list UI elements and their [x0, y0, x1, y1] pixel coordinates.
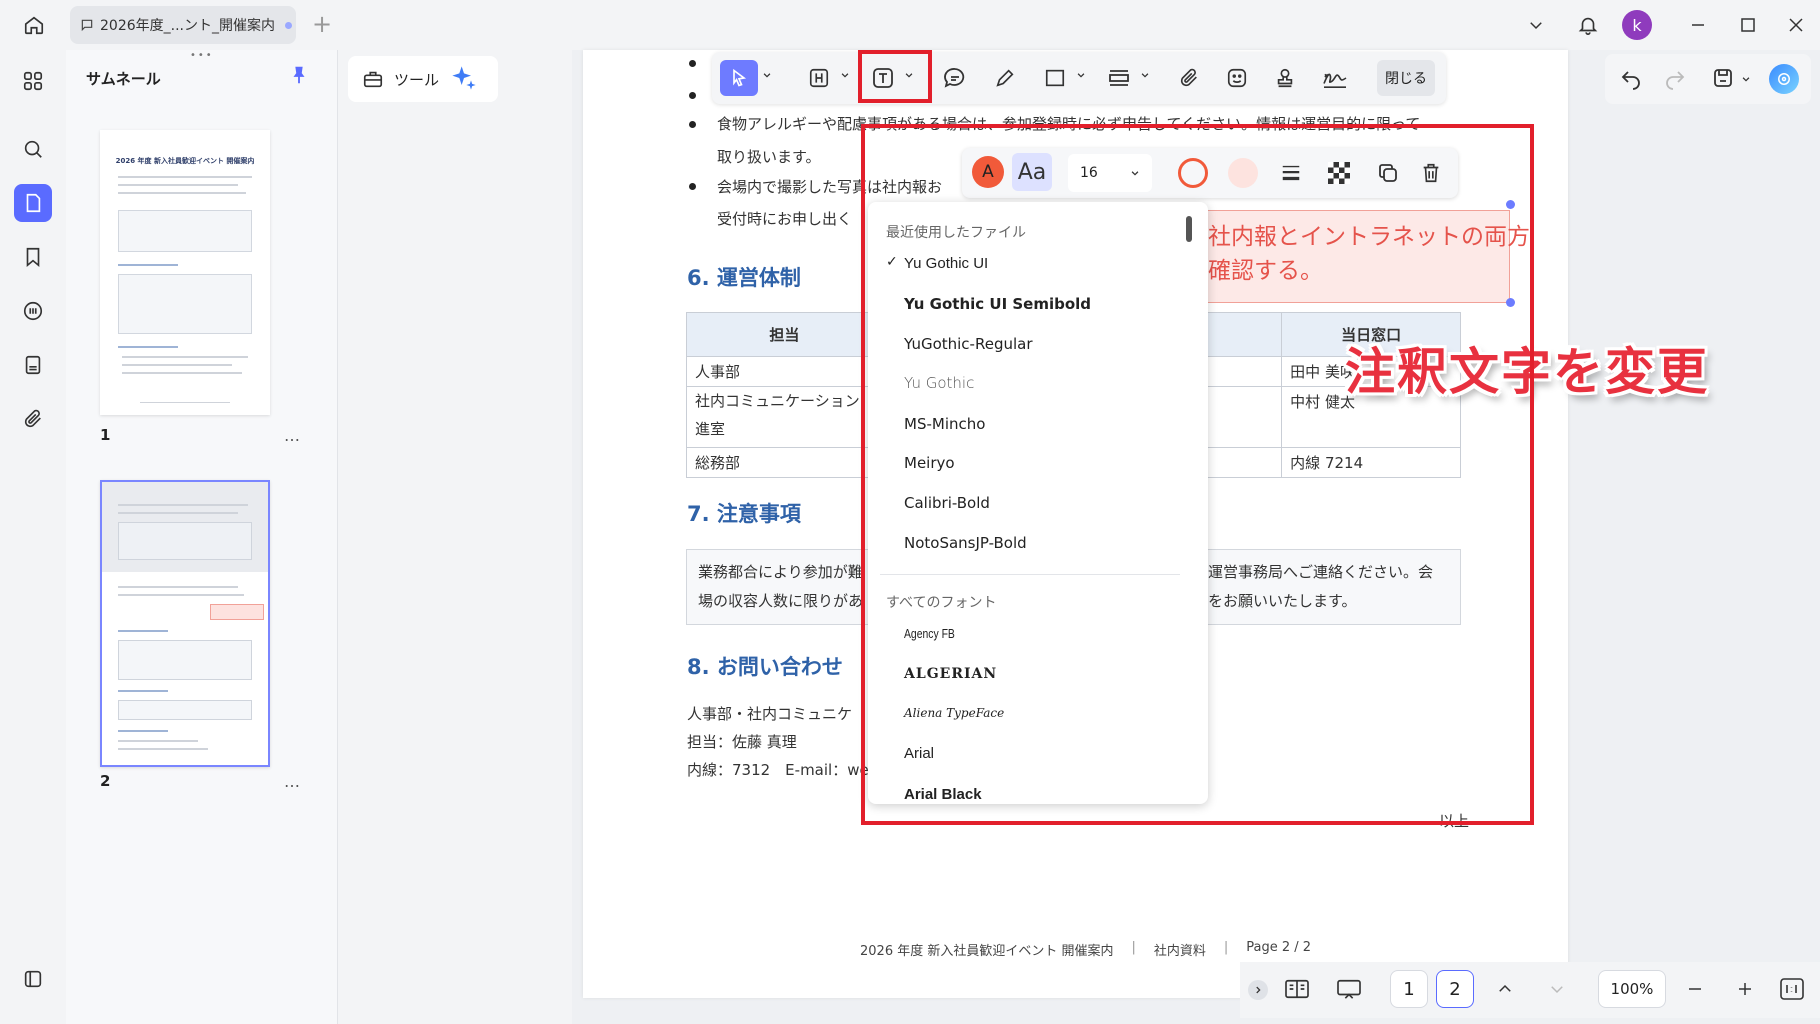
- bullet: [689, 121, 696, 128]
- section-8-title: 8. お問い合わせ: [687, 655, 843, 679]
- table-cell: 人事部: [686, 356, 883, 387]
- thumb-title: 2026 年度 新入社員歓迎イベント 開催案内: [115, 157, 255, 165]
- add-tab-button[interactable]: +: [312, 10, 332, 38]
- chevron-down-icon[interactable]: [1741, 74, 1751, 84]
- notice-text: 場の収容人数に限りがあ: [698, 592, 864, 610]
- comment-icon: [80, 18, 94, 32]
- drag-handle[interactable]: •••: [190, 50, 214, 61]
- page-number-1: 1: [100, 426, 111, 444]
- page-button-1[interactable]: 1: [1390, 970, 1428, 1008]
- thumbnails-page-icon[interactable]: [14, 184, 52, 222]
- left-rail: [0, 50, 66, 1024]
- save-icon[interactable]: [1711, 66, 1735, 90]
- table-cell-text: 進室: [695, 420, 726, 438]
- footer-page: Page 2 / 2: [1246, 940, 1312, 955]
- toolbox-icon: [362, 68, 384, 90]
- presentation-icon[interactable]: [1336, 978, 1362, 1000]
- zoom-in-icon[interactable]: [1736, 980, 1754, 998]
- page-thumbnail-2[interactable]: [100, 480, 270, 767]
- section-7-title: 7. 注意事項: [687, 502, 801, 526]
- bookmark-icon[interactable]: [14, 238, 52, 276]
- bottom-navigation-bar: 1 2 100%: [1240, 962, 1820, 1018]
- attachment-icon[interactable]: [14, 400, 52, 438]
- avatar[interactable]: k: [1622, 10, 1652, 40]
- document-tab[interactable]: 2026年度_...ント_開催案内: [70, 6, 296, 44]
- annotation-toolbar: 閉じる: [712, 52, 1446, 104]
- expand-icon[interactable]: [1248, 980, 1268, 1000]
- actual-size-icon[interactable]: [1780, 978, 1804, 1000]
- tools-label: ツール: [394, 70, 440, 89]
- notification-bell-icon[interactable]: [1570, 7, 1606, 43]
- thumbnail-panel: ••• サムネール 2026 年度 新入社員歓迎イベント 開催案内 1 … 2 …: [66, 50, 338, 1024]
- doc-bullet-text: 取り扱います。: [717, 148, 821, 166]
- close-annotation-button[interactable]: 閉じる: [1377, 60, 1435, 96]
- zoom-level[interactable]: 100%: [1598, 970, 1666, 1008]
- page-button-2[interactable]: 2: [1436, 970, 1474, 1008]
- comment-icon[interactable]: [938, 60, 972, 96]
- measure-icon[interactable]: [1102, 60, 1136, 96]
- contact-text: 担当：佐藤 真理: [687, 733, 797, 751]
- unsaved-dot: [284, 21, 292, 29]
- footer-label: 社内資料: [1153, 944, 1206, 959]
- page-1-more-button[interactable]: …: [284, 426, 301, 445]
- apps-grid-icon[interactable]: [14, 62, 52, 100]
- home-icon[interactable]: [16, 7, 52, 43]
- tools-panel: ツール: [338, 50, 572, 1024]
- page-thumbnail-1[interactable]: 2026 年度 新入社員歓迎イベント 開催案内: [100, 130, 270, 415]
- minimize-icon[interactable]: [1680, 7, 1716, 43]
- sidebar-toggle-icon[interactable]: [14, 960, 52, 998]
- section-6-title: 6. 運営体制: [687, 266, 801, 290]
- footer-separator: |: [1223, 940, 1229, 955]
- select-cursor-icon[interactable]: [720, 60, 758, 96]
- rectangle-icon[interactable]: [1038, 60, 1072, 96]
- table-cell: 総務部: [686, 447, 883, 478]
- font-menu-highlight: [861, 124, 1534, 825]
- page-number-2: 2: [100, 772, 111, 790]
- ai-sparkle-icon[interactable]: [450, 64, 478, 92]
- bullet: [689, 183, 696, 190]
- pin-icon[interactable]: [288, 64, 310, 86]
- bullet: [689, 92, 696, 99]
- signature-icon[interactable]: [1318, 60, 1352, 96]
- chevron-down-icon[interactable]: [1518, 7, 1554, 43]
- chevron-down-icon[interactable]: [840, 70, 850, 80]
- table-cell-text: 社内コミュニケーション: [695, 392, 860, 410]
- zoom-out-icon[interactable]: [1686, 980, 1704, 998]
- right-toolbar: [1605, 54, 1811, 104]
- ai-assistant-icon[interactable]: [1769, 64, 1799, 94]
- close-window-icon[interactable]: [1778, 7, 1814, 43]
- highlight-icon[interactable]: [802, 60, 836, 96]
- redo-icon[interactable]: [1663, 66, 1687, 90]
- stamp-icon[interactable]: [1268, 60, 1302, 96]
- previous-page-icon[interactable]: [1496, 980, 1514, 998]
- form-fields-icon[interactable]: [14, 346, 52, 384]
- sticker-icon[interactable]: [1220, 60, 1254, 96]
- title-bar: 2026年度_...ント_開催案内 + k: [0, 0, 1820, 50]
- contact-text: 人事部・社内コミュニケ: [687, 705, 853, 723]
- comments-icon[interactable]: [14, 292, 52, 330]
- document-tab-title: 2026年度_...ント_開催案内: [100, 18, 275, 34]
- notice-text: 業務都合により参加が難: [698, 563, 863, 581]
- next-page-icon[interactable]: [1548, 980, 1566, 998]
- footer-title: 2026 年度 新入社員歓迎イベント 開催案内: [860, 944, 1114, 959]
- text-tool-highlight: [858, 50, 932, 103]
- undo-icon[interactable]: [1619, 66, 1643, 90]
- maximize-icon[interactable]: [1730, 7, 1766, 43]
- contact-text: 内線：7312 E-mail：we: [687, 761, 869, 779]
- page-2-more-button[interactable]: …: [284, 772, 301, 791]
- chevron-down-icon[interactable]: [1076, 70, 1086, 80]
- search-icon[interactable]: [14, 130, 52, 168]
- doc-bullet-text: 受付時にお申し出く: [717, 210, 853, 228]
- thumbnail-panel-title: サムネール: [86, 70, 161, 88]
- pencil-icon[interactable]: [988, 60, 1022, 96]
- page-footer: 2026 年度 新入社員歓迎イベント 開催案内 | 社内資料 | Page 2 …: [860, 940, 1311, 959]
- chevron-down-icon[interactable]: [762, 70, 772, 80]
- chevron-down-icon[interactable]: [1140, 70, 1150, 80]
- footer-separator: |: [1131, 940, 1136, 955]
- page-layout-icon[interactable]: [1284, 978, 1310, 1000]
- table-cell: 社内コミュニケーション 進室: [686, 386, 883, 448]
- table-header: 担当: [686, 312, 883, 357]
- attachment-icon[interactable]: [1172, 60, 1206, 96]
- bullet: [689, 60, 696, 67]
